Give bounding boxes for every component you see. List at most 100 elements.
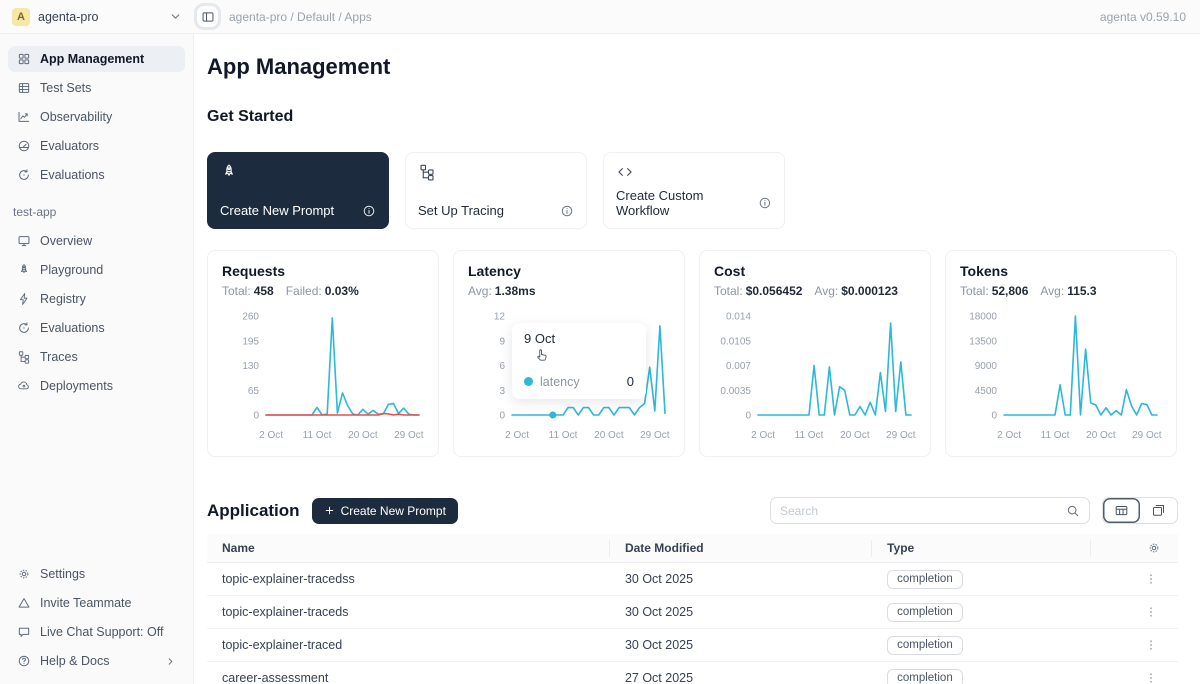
search-input[interactable] — [780, 504, 1060, 518]
app-version: agenta v0.59.10 — [1100, 10, 1200, 24]
breadcrumb[interactable]: agenta-pro / Default / Apps — [229, 10, 372, 24]
row-more-button[interactable] — [1091, 638, 1178, 652]
series-dot — [524, 377, 533, 386]
table-row[interactable]: topic-explainer-tracedss 30 Oct 2025 com… — [207, 563, 1178, 596]
svg-text:0: 0 — [991, 411, 997, 422]
sidebar-item-settings[interactable]: Settings — [8, 561, 185, 587]
row-more-button[interactable] — [1091, 605, 1178, 619]
tokens-chart[interactable]: 18000135009000450002 Oct11 Oct20 Oct29 O… — [960, 302, 1164, 450]
view-toggle — [1102, 497, 1178, 524]
sidebar-item-registry[interactable]: Registry — [8, 286, 185, 312]
circular-arrow-icon — [17, 321, 31, 335]
app-date-modified: 27 Oct 2025 — [610, 671, 872, 684]
card-view-button[interactable] — [1140, 498, 1177, 523]
svg-text:260: 260 — [242, 312, 259, 323]
trace-tree-icon — [17, 350, 31, 364]
more-vertical-icon — [1144, 572, 1158, 586]
sidebar-item-evaluations[interactable]: Evaluations — [8, 162, 185, 188]
app-name[interactable]: topic-explainer-traced — [207, 638, 610, 652]
app-name[interactable]: topic-explainer-tracedss — [207, 572, 610, 586]
trace-tree-icon — [418, 163, 436, 181]
metric-title: Requests — [222, 263, 424, 279]
set-up-tracing-card[interactable]: Set Up Tracing — [405, 152, 587, 229]
column-header-date-modified[interactable]: Date Modified — [610, 540, 872, 557]
get-started-title: Get Started — [207, 108, 1178, 126]
application-header: Application Create New Prompt — [207, 497, 1178, 524]
svg-text:65: 65 — [248, 386, 260, 397]
svg-text:0: 0 — [745, 411, 751, 422]
svg-text:2 Oct: 2 Oct — [751, 430, 775, 441]
sidebar-item-app-management[interactable]: App Management — [8, 46, 185, 72]
table-row[interactable]: topic-explainer-traceds 30 Oct 2025 comp… — [207, 596, 1178, 629]
create-new-prompt-card[interactable]: Create New Prompt — [207, 152, 389, 229]
cost-chart[interactable]: 0.0140.01050.0070.003502 Oct11 Oct20 Oct… — [714, 302, 918, 450]
svg-text:195: 195 — [242, 336, 259, 347]
card-view-icon — [1151, 503, 1166, 518]
cloud-icon — [17, 379, 31, 393]
sidebar-item-label: Observability — [40, 110, 112, 124]
row-more-button[interactable] — [1091, 671, 1178, 684]
sidebar-item-label: Help & Docs — [40, 654, 109, 668]
info-icon[interactable] — [560, 204, 574, 218]
metric-cards: Requests Total:458 Failed:0.03% 26019513… — [207, 250, 1178, 457]
sidebar-item-label: Playground — [40, 263, 103, 277]
svg-text:13500: 13500 — [969, 336, 997, 347]
requests-chart[interactable]: 2601951306502 Oct11 Oct20 Oct29 Oct — [222, 302, 426, 450]
help-circle-icon — [17, 654, 31, 668]
sidebar-item-label: Registry — [40, 292, 86, 306]
type-badge: completion — [887, 570, 963, 589]
sidebar-item-label: Deployments — [40, 379, 113, 393]
column-header-name[interactable]: Name — [207, 540, 610, 557]
info-icon[interactable] — [362, 204, 376, 218]
sidebar-collapse-button[interactable] — [194, 3, 221, 30]
info-icon[interactable] — [758, 196, 772, 210]
main-content: App Management Get Started Create New Pr… — [194, 34, 1200, 684]
sidebar-item-evaluations-app[interactable]: Evaluations — [8, 315, 185, 341]
row-more-button[interactable] — [1091, 572, 1178, 586]
metric-stat: Avg:$0.000123 — [814, 284, 898, 298]
sidebar-item-label: Evaluators — [40, 139, 99, 153]
table-icon — [17, 81, 31, 95]
app-date-modified: 30 Oct 2025 — [610, 572, 872, 586]
metric-stat: Total:458 — [222, 284, 274, 298]
latency-metric-card: Latency Avg:1.38ms 1296302 Oct11 Oct20 O… — [453, 250, 685, 457]
column-settings-gear-icon[interactable] — [1147, 541, 1161, 555]
table-view-button[interactable] — [1103, 498, 1140, 523]
sidebar-item-observability[interactable]: Observability — [8, 104, 185, 130]
app-type: completion — [872, 669, 1090, 684]
svg-text:9000: 9000 — [975, 361, 998, 372]
sidebar-item-traces[interactable]: Traces — [8, 344, 185, 370]
svg-text:9: 9 — [499, 336, 505, 347]
table-view-icon — [1114, 503, 1129, 518]
sidebar-item-test-sets[interactable]: Test Sets — [8, 75, 185, 101]
sidebar-item-invite-teammate[interactable]: Invite Teammate — [8, 590, 185, 616]
chart-line-icon — [17, 110, 31, 124]
table-row[interactable]: topic-explainer-traced 30 Oct 2025 compl… — [207, 629, 1178, 662]
rocket-icon — [220, 163, 238, 181]
column-header-type[interactable]: Type — [872, 540, 1090, 557]
table-row[interactable]: career-assessment 27 Oct 2025 completion — [207, 662, 1178, 684]
sidebar-item-evaluators[interactable]: Evaluators — [8, 133, 185, 159]
svg-text:12: 12 — [494, 312, 506, 323]
create-custom-workflow-card[interactable]: Create Custom Workflow — [603, 152, 785, 229]
sidebar-item-live-chat-support[interactable]: Live Chat Support: Off — [8, 619, 185, 645]
sidebar: App Management Test Sets Observability E… — [0, 34, 194, 684]
app-name[interactable]: career-assessment — [207, 671, 610, 684]
sidebar-item-deployments[interactable]: Deployments — [8, 373, 185, 399]
more-vertical-icon — [1144, 605, 1158, 619]
table-header: Name Date Modified Type — [207, 534, 1178, 563]
workspace-avatar: A — [12, 8, 30, 26]
get-started-cards: Create New Prompt Set Up Tracing Create … — [207, 152, 1178, 229]
sidebar-item-help-docs[interactable]: Help & Docs — [8, 648, 185, 674]
svg-text:0.0035: 0.0035 — [720, 386, 751, 397]
create-new-prompt-button[interactable]: Create New Prompt — [312, 498, 458, 524]
type-badge: completion — [887, 636, 963, 655]
workspace-selector[interactable]: A agenta-pro — [0, 8, 194, 26]
svg-text:20 Oct: 20 Oct — [594, 430, 624, 441]
app-type: completion — [872, 636, 1090, 655]
sidebar-item-playground[interactable]: Playground — [8, 257, 185, 283]
app-name[interactable]: topic-explainer-traceds — [207, 605, 610, 619]
plus-icon — [324, 505, 335, 516]
search-icon[interactable] — [1066, 504, 1080, 518]
sidebar-item-overview[interactable]: Overview — [8, 228, 185, 254]
